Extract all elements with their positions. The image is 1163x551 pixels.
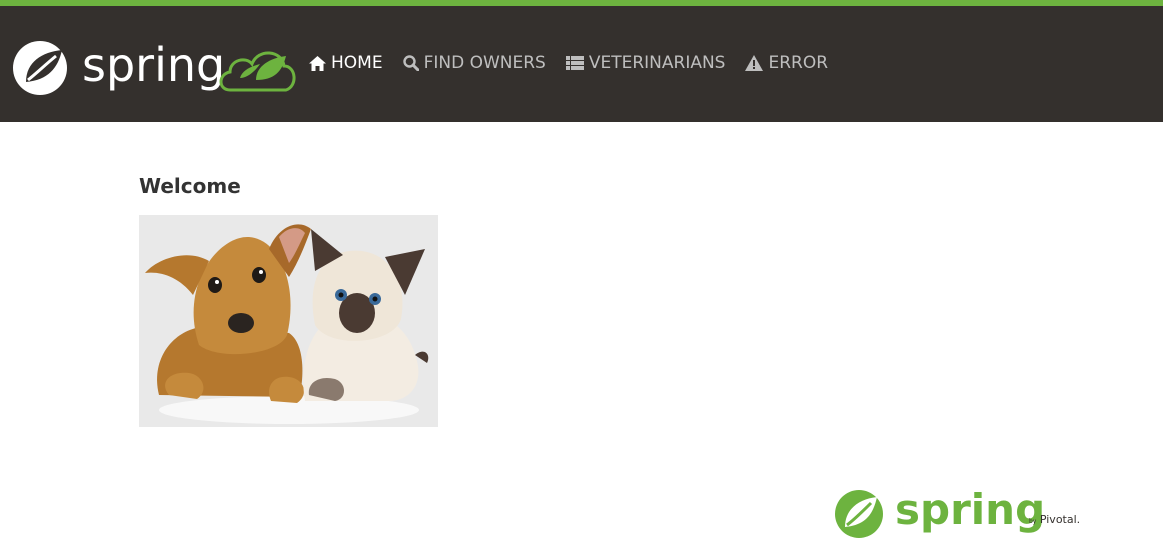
warning-icon — [745, 55, 764, 71]
home-icon — [309, 55, 326, 71]
spring-leaf-icon — [835, 490, 883, 538]
brand-wordmark: spring — [82, 38, 226, 92]
nav-home-label: HOME — [331, 53, 383, 73]
petclinic-cloud-icon — [219, 51, 296, 92]
nav-home[interactable]: HOME — [309, 53, 383, 73]
spring-leaf-icon — [13, 41, 67, 95]
spring-logo-link[interactable]: spring — [12, 38, 302, 100]
page-title: Welcome — [139, 174, 241, 198]
nav-find-owners-label: FIND OWNERS — [423, 53, 546, 73]
puppy-and-kitten-illustration — [139, 215, 438, 427]
footer-byline-by: by — [1029, 518, 1037, 525]
nav-error-label: ERROR — [768, 53, 829, 73]
nav-find-owners[interactable]: FIND OWNERS — [402, 53, 546, 73]
footer-byline: by Pivotal. — [1029, 513, 1080, 526]
nav-veterinarians[interactable]: VETERINARIANS — [565, 53, 726, 73]
footer-byline-company: Pivotal. — [1039, 513, 1081, 526]
nav-error[interactable]: ERROR — [745, 53, 828, 73]
search-icon — [402, 55, 419, 71]
footer-wordmark: spring — [895, 485, 1046, 534]
pets-image — [139, 215, 438, 427]
navbar: spring HOME FIND OWNERS VETERINARIANS ER… — [0, 6, 1163, 122]
footer-spring-by-pivotal-logo: spring by Pivotal. — [833, 485, 1093, 545]
nav-veterinarians-label: VETERINARIANS — [588, 53, 726, 73]
list-icon — [565, 56, 584, 70]
main-nav: HOME FIND OWNERS VETERINARIANS ERROR — [309, 51, 828, 75]
